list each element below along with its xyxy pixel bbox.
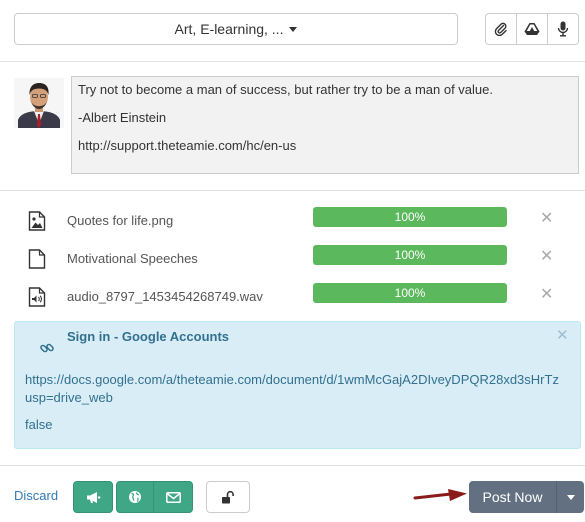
post-now-button[interactable]: Post Now [469,481,557,513]
arrow-pointer-icon [413,489,467,501]
globe-icon [129,491,141,503]
chevron-down-icon [289,26,298,32]
image-file-icon [28,211,46,231]
avatar [14,78,64,128]
attachment-toolbar [485,13,579,45]
public-visibility-button[interactable] [116,481,154,513]
privacy-lock-button[interactable] [206,481,250,513]
attachment-row: Quotes for life.png 100% ✕ [0,207,585,233]
attachment-name: Motivational Speeches [67,251,198,266]
group-selector-label: Art, E-learning, ... [174,21,284,37]
divider [0,465,585,466]
post-line: Try not to become a man of success, but … [78,82,493,97]
divider [0,190,585,191]
chevron-down-icon [566,494,575,500]
megaphone-icon [86,491,100,503]
remove-attachment-button[interactable]: ✕ [540,284,553,304]
user-avatar-image [14,78,64,128]
announcement-button[interactable] [73,481,113,513]
post-text-area[interactable]: Try not to become a man of success, but … [71,76,579,174]
post-line: http://support.theteamie.com/hc/en-us [78,138,297,153]
paperclip-icon [494,22,507,36]
attach-file-button[interactable] [485,13,517,45]
link-url-line: https://docs.google.com/a/theteamie.com/… [25,372,559,387]
post-options-dropdown-button[interactable] [557,481,584,513]
discard-link[interactable]: Discard [14,488,58,503]
document-file-icon [28,249,46,269]
upload-progress-bar: 100% [313,245,507,265]
google-drive-button[interactable] [516,13,548,45]
close-link-preview-button[interactable]: ✕ [556,326,569,344]
link-url-line: usp=drive_web [25,390,113,405]
google-drive-icon [524,23,540,35]
link-preview-url[interactable]: https://docs.google.com/a/theteamie.com/… [25,371,559,407]
attachment-row: Motivational Speeches 100% ✕ [0,245,585,271]
upload-progress-bar: 100% [313,283,507,303]
email-notify-button[interactable] [153,481,193,513]
attachment-row: audio_8797_1453454268749.wav 100% ✕ [0,283,585,309]
attachment-name: Quotes for life.png [67,213,174,228]
audio-file-icon [28,287,46,307]
unlock-icon [222,490,234,504]
link-preview-title[interactable]: Sign in - Google Accounts [67,329,229,344]
link-preview-card: Sign in - Google Accounts ✕ https://docs… [14,321,581,449]
upload-progress-bar: 100% [313,207,507,227]
post-line: -Albert Einstein [78,110,167,125]
microphone-icon [557,21,569,37]
remove-attachment-button[interactable]: ✕ [540,246,553,266]
record-audio-button[interactable] [547,13,579,45]
attachment-name: audio_8797_1453454268749.wav [67,289,263,304]
post-button-group: Post Now [469,481,584,513]
link-preview-description: false [25,417,53,432]
envelope-icon [165,491,181,503]
group-selector-dropdown[interactable]: Art, E-learning, ... [14,13,458,45]
divider [0,61,585,62]
link-icon [40,343,54,353]
remove-attachment-button[interactable]: ✕ [540,208,553,228]
